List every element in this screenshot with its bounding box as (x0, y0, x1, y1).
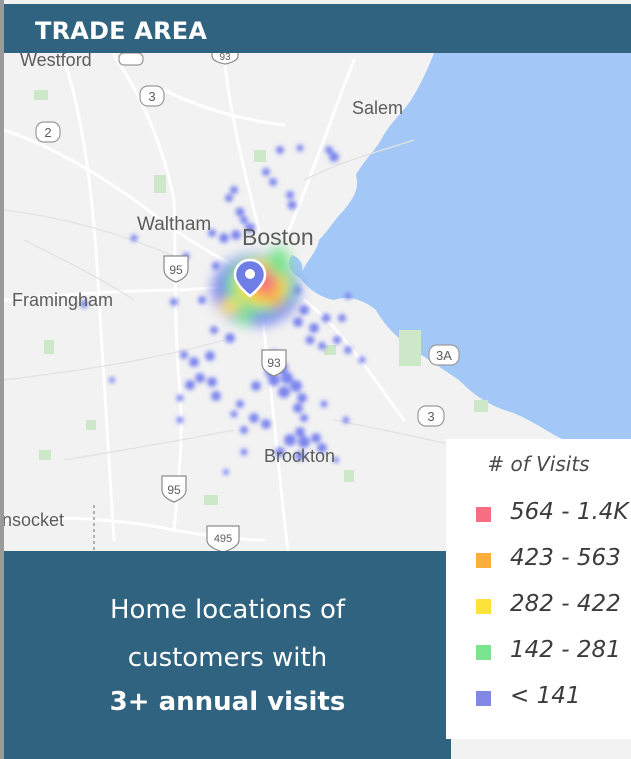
legend-swatch (476, 691, 491, 706)
page-title: TRADE AREA (35, 17, 208, 45)
svg-text:495: 495 (214, 533, 232, 545)
svg-text:93: 93 (267, 356, 281, 370)
caption-line-1: Home locations of (109, 595, 346, 625)
caption-box: Home locations of customers with 3+ annu… (4, 551, 451, 759)
label-salem: Salem (352, 98, 403, 118)
legend-swatch (476, 553, 491, 568)
header-bar: TRADE AREA (4, 4, 631, 53)
route-3a-shield: 3A (428, 344, 460, 366)
label-westford: Westford (20, 50, 92, 70)
route-3-north-shield: 3 (139, 85, 165, 107)
label-woonsocket: nsocket (4, 510, 64, 530)
label-brockton: Brockton (264, 446, 335, 466)
label-boston: Boston (242, 224, 314, 250)
svg-text:93: 93 (219, 52, 231, 63)
svg-text:3A: 3A (436, 348, 452, 363)
legend-label: 142 - 281 (510, 637, 621, 663)
caption-line-2: customers with (127, 643, 328, 673)
trade-area-panel: Westford Salem Waltham Boston Framingham… (0, 0, 631, 759)
svg-text:2: 2 (44, 125, 51, 140)
route-small-shield-north (118, 52, 144, 66)
route-2-shield: 2 (35, 121, 61, 143)
legend-label: 564 - 1.4K (510, 499, 629, 525)
legend-swatch (476, 645, 491, 660)
legend-label: 282 - 422 (510, 591, 621, 617)
route-3-south-shield: 3 (417, 405, 445, 427)
label-framingham: Framingham (12, 290, 113, 310)
svg-text:95: 95 (169, 263, 183, 277)
legend-title: # of Visits (487, 452, 590, 476)
caption-line-3: 3+ annual visits (109, 687, 346, 717)
visits-legend: # of Visits 564 - 1.4K 423 - 563 282 - 4… (446, 439, 631, 739)
legend-label: < 141 (510, 683, 581, 709)
legend-swatch (476, 599, 491, 614)
svg-text:95: 95 (167, 483, 181, 497)
legend-swatch (476, 507, 491, 522)
svg-text:3: 3 (148, 89, 155, 104)
label-waltham: Waltham (137, 214, 211, 235)
svg-text:3: 3 (427, 409, 434, 424)
legend-label: 423 - 563 (510, 545, 621, 571)
